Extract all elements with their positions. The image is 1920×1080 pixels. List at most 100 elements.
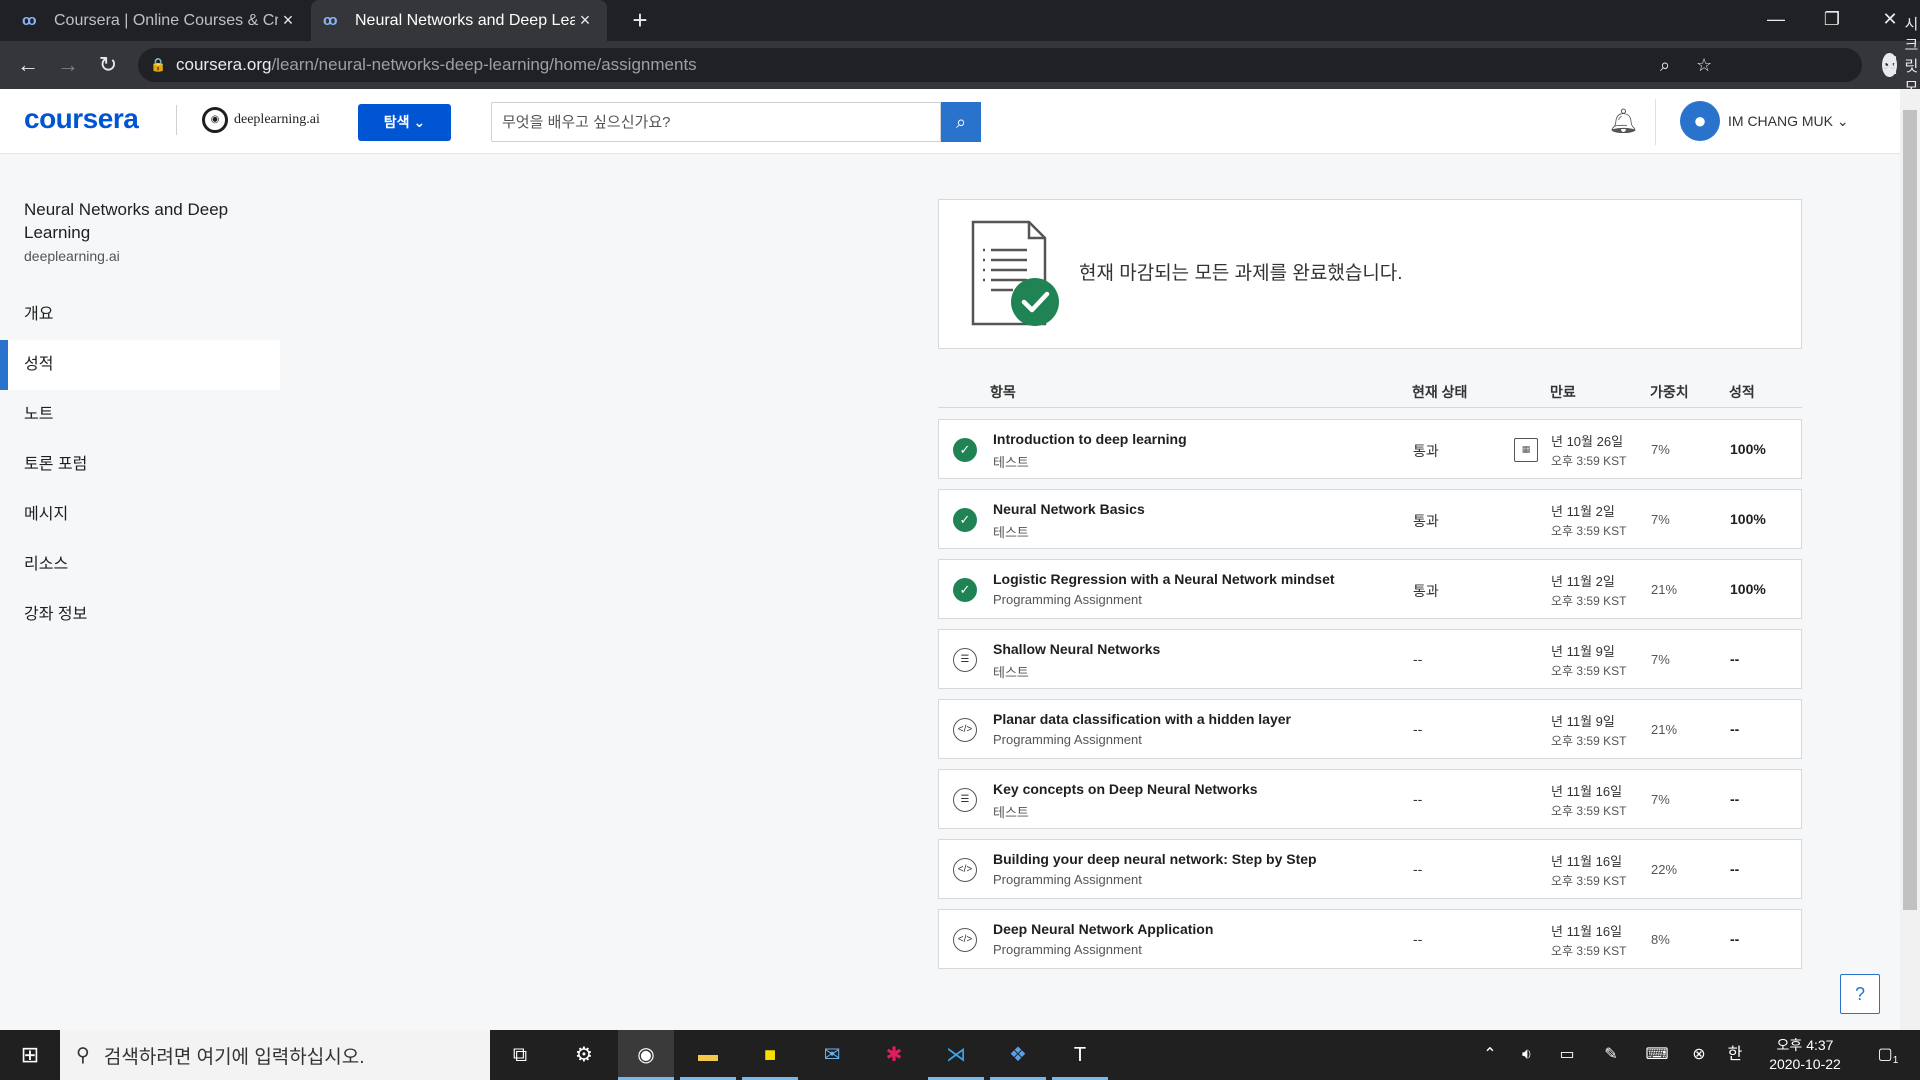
battery-icon[interactable]: ▭ bbox=[1552, 1030, 1582, 1080]
vscode-icon[interactable]: ⋊ bbox=[928, 1030, 984, 1080]
back-button[interactable]: ← bbox=[12, 49, 44, 81]
notification-center-icon[interactable]: ▢1 bbox=[1868, 1030, 1908, 1080]
due-time: 오후 3:59 KST bbox=[1551, 594, 1627, 608]
user-menu[interactable]: ● IM CHANG MUK ⌄ bbox=[1680, 101, 1849, 141]
assignment-grade: -- bbox=[1730, 791, 1740, 807]
assignment-type: 테스트 bbox=[993, 525, 1029, 540]
assignment-weight: 7% bbox=[1651, 652, 1670, 667]
search-button[interactable]: ⌕ bbox=[941, 102, 981, 142]
assignment-weight: 7% bbox=[1651, 792, 1670, 807]
explore-button[interactable]: 탐색 ⌄ bbox=[358, 104, 451, 141]
browser-menu-icon[interactable]: ⋮ bbox=[1880, 49, 1910, 81]
assignment-weight: 7% bbox=[1651, 442, 1670, 457]
due-time: 오후 3:59 KST bbox=[1551, 524, 1627, 538]
close-tab-icon[interactable]: × bbox=[575, 10, 595, 31]
assignment-name[interactable]: Shallow Neural Networks bbox=[993, 641, 1160, 657]
tray-chevron-up-icon[interactable]: ⌃ bbox=[1476, 1030, 1504, 1080]
taskbar-search[interactable]: ⚲ 검색하려면 여기에 입력하십시오. bbox=[60, 1030, 490, 1080]
browser-tab-active[interactable]: co Neural Networks and Deep Lear × bbox=[311, 0, 607, 41]
minimize-button[interactable]: — bbox=[1748, 0, 1804, 41]
new-tab-button[interactable]: + bbox=[624, 4, 656, 36]
bookmark-star-icon[interactable]: ☆ bbox=[1696, 48, 1712, 82]
header-grade: 성적 bbox=[1729, 384, 1755, 400]
assignment-grade: -- bbox=[1730, 861, 1740, 877]
browser-tab[interactable]: co Coursera | Online Courses & Cr × bbox=[10, 0, 310, 41]
reload-button[interactable]: ↻ bbox=[92, 49, 124, 81]
assignment-name[interactable]: Deep Neural Network Application bbox=[993, 921, 1213, 937]
keyboard-icon[interactable]: ⌨ bbox=[1640, 1030, 1674, 1080]
mail-icon[interactable]: ✉ bbox=[804, 1030, 860, 1080]
table-row[interactable]: ✓ Logistic Regression with a Neural Netw… bbox=[938, 559, 1802, 619]
pen-icon[interactable]: ✎ bbox=[1596, 1030, 1626, 1080]
assignment-grade: 100% bbox=[1730, 511, 1766, 527]
assignment-weight: 8% bbox=[1651, 932, 1670, 947]
table-row[interactable]: ✓ Introduction to deep learning 테스트 통과 ▦… bbox=[938, 419, 1802, 479]
assignment-name[interactable]: Planar data classification with a hidden… bbox=[993, 711, 1291, 727]
assignment-weight: 21% bbox=[1651, 582, 1678, 597]
taskbar-clock[interactable]: 오후 4:37 2020-10-22 bbox=[1760, 1036, 1850, 1074]
coursera-logo[interactable]: coursera bbox=[24, 103, 139, 135]
table-row[interactable]: ☰ Key concepts on Deep Neural Networks 테… bbox=[938, 769, 1802, 829]
tool-app-icon[interactable]: ❖ bbox=[990, 1030, 1046, 1080]
assignment-status: -- bbox=[1413, 931, 1423, 947]
chrome-icon[interactable]: ◉ bbox=[618, 1030, 674, 1080]
notification-bell-icon[interactable]: 🔔︎ bbox=[1608, 107, 1638, 136]
table-row[interactable]: ☰ Shallow Neural Networks 테스트 -- 년 11월 9… bbox=[938, 629, 1802, 689]
table-row[interactable]: </> Building your deep neural network: S… bbox=[938, 839, 1802, 899]
search-input[interactable] bbox=[491, 102, 941, 142]
assignment-name[interactable]: Key concepts on Deep Neural Networks bbox=[993, 781, 1258, 797]
table-row[interactable]: </> Planar data classification with a hi… bbox=[938, 699, 1802, 759]
calendar-icon[interactable]: ▦ bbox=[1514, 438, 1538, 462]
forward-button[interactable]: → bbox=[52, 49, 84, 81]
typora-icon[interactable]: T bbox=[1052, 1030, 1108, 1080]
completion-banner: 현재 마감되는 모든 과제를 완료했습니다. bbox=[938, 199, 1802, 349]
file-explorer-icon[interactable]: ▬ bbox=[680, 1030, 736, 1080]
lock-icon: 🔒 bbox=[150, 57, 167, 72]
slack-icon[interactable]: ✱ bbox=[866, 1030, 922, 1080]
sidebar-item-messages[interactable]: 메시지 bbox=[0, 490, 280, 540]
assignment-type: Programming Assignment bbox=[993, 592, 1142, 607]
zoom-icon[interactable]: ⌕ bbox=[1660, 48, 1670, 82]
assignment-status: -- bbox=[1413, 721, 1423, 737]
course-title[interactable]: Neural Networks and Deep Learning bbox=[24, 198, 264, 244]
task-view-icon[interactable]: ⧉ bbox=[492, 1030, 548, 1080]
assignment-grade: -- bbox=[1730, 931, 1740, 947]
sidebar-item-overview[interactable]: 개요 bbox=[0, 290, 280, 340]
table-row[interactable]: ✓ Neural Network Basics 테스트 통과 년 11월 2일 … bbox=[938, 489, 1802, 549]
due-date: 년 11월 2일 bbox=[1551, 574, 1615, 589]
help-button[interactable]: ? bbox=[1840, 974, 1880, 1014]
assignment-grade: -- bbox=[1730, 721, 1740, 737]
table-row[interactable]: </> Deep Neural Network Application Prog… bbox=[938, 909, 1802, 969]
help-icon: ? bbox=[1854, 984, 1865, 1004]
scrollbar-thumb[interactable] bbox=[1903, 110, 1917, 910]
windows-start-icon[interactable]: ⊞ bbox=[0, 1030, 60, 1080]
assignment-name[interactable]: Introduction to deep learning bbox=[993, 431, 1187, 447]
disconnect-icon[interactable]: ⊗ bbox=[1686, 1030, 1712, 1080]
partner-logo[interactable]: ◉ deeplearning.ai bbox=[202, 107, 320, 133]
close-tab-icon[interactable]: × bbox=[278, 10, 298, 31]
sidebar-item-forums[interactable]: 토론 포럼 bbox=[0, 440, 280, 490]
assignment-type: 테스트 bbox=[993, 665, 1029, 680]
course-sidebar: Neural Networks and Deep Learning deeple… bbox=[0, 154, 280, 1030]
assignment-name[interactable]: Logistic Regression with a Neural Networ… bbox=[993, 571, 1335, 587]
deeplearning-logo-icon: ◉ bbox=[202, 107, 228, 133]
assignment-type: Programming Assignment bbox=[993, 872, 1142, 887]
due-date: 년 11월 16일 bbox=[1551, 854, 1623, 869]
sidebar-item-resources[interactable]: 리소스 bbox=[0, 540, 280, 590]
completed-check-icon: ✓ bbox=[953, 508, 977, 532]
assignment-name[interactable]: Neural Network Basics bbox=[993, 501, 1145, 517]
avatar: ● bbox=[1680, 101, 1720, 141]
restore-button[interactable]: ❐ bbox=[1804, 0, 1860, 41]
sidebar-item-grades[interactable]: 성적 bbox=[0, 340, 280, 390]
sidebar-item-course-info[interactable]: 강좌 정보 bbox=[0, 590, 280, 640]
settings-gear-icon[interactable]: ⚙ bbox=[556, 1030, 612, 1080]
assignment-name[interactable]: Building your deep neural network: Step … bbox=[993, 851, 1317, 867]
code-icon: </> bbox=[953, 858, 977, 882]
sidebar-item-notes[interactable]: 노트 bbox=[0, 390, 280, 440]
kakaotalk-icon[interactable]: ■ bbox=[742, 1030, 798, 1080]
due-time: 오후 3:59 KST bbox=[1551, 664, 1627, 678]
ime-indicator[interactable]: 한 bbox=[1720, 1030, 1750, 1080]
assignment-grade: -- bbox=[1730, 651, 1740, 667]
address-bar[interactable]: 🔒 coursera.org/learn/neural-networks-dee… bbox=[138, 16, 1918, 117]
volume-icon[interactable]: 🔉︎ bbox=[1512, 1030, 1542, 1080]
